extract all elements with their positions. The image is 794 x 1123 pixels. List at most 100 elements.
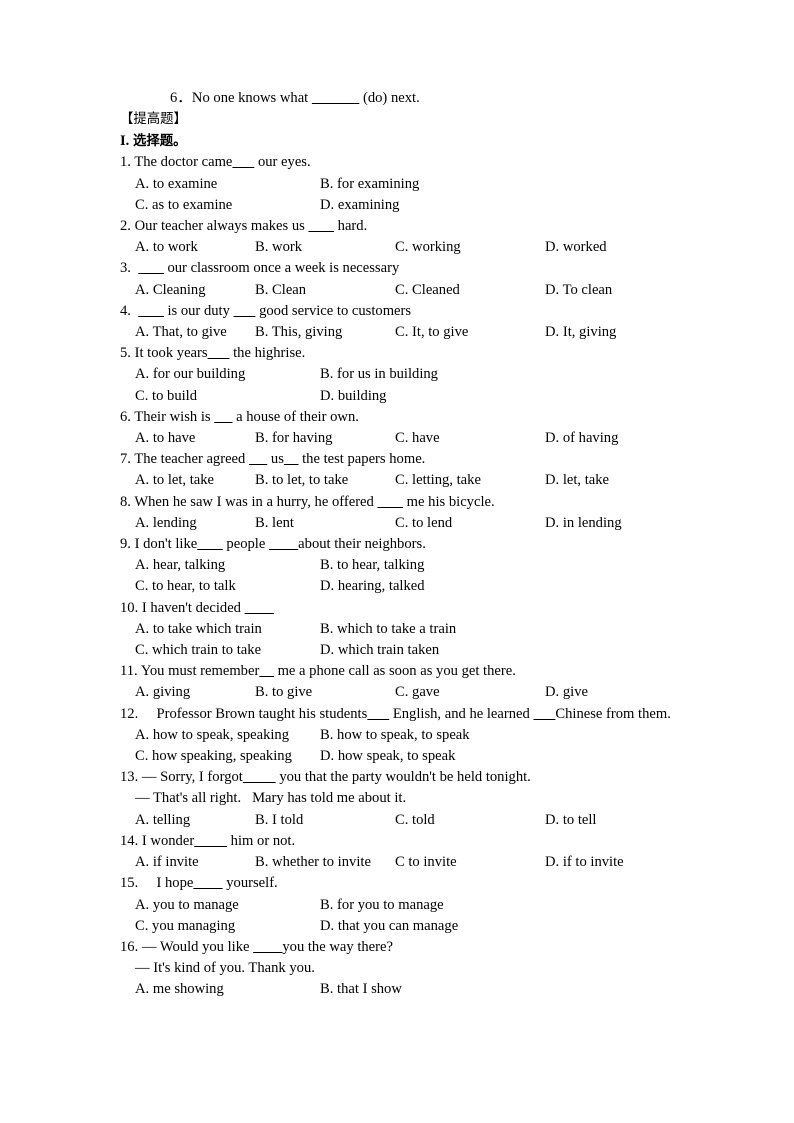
option-c[interactable]: C. you managing [135,916,320,937]
answer-blank[interactable] [214,409,232,425]
option-row: A. you to manage B. for you to manage [120,895,689,916]
option-c[interactable]: C. told [395,810,545,831]
answer-blank[interactable] [259,663,274,679]
option-a[interactable]: A. how to speak, speaking [135,725,320,746]
option-c[interactable]: C. Cleaned [395,280,545,301]
option-d[interactable]: D. let, take [545,470,609,491]
answer-blank[interactable] [308,218,334,234]
option-d[interactable]: D. to tell [545,810,596,831]
answer-blank[interactable] [138,260,164,276]
option-d[interactable]: D. hearing, talked [320,576,425,597]
option-c[interactable]: C. to lend [395,513,545,534]
option-b[interactable]: B. This, giving [255,322,395,343]
option-c[interactable]: C. which train to take [135,640,320,661]
option-c[interactable]: C. working [395,237,545,258]
option-a[interactable]: A. if invite [135,852,255,873]
question-prompt: 16. — Would you like you the way there? [120,937,689,958]
option-b[interactable]: B. to let, to take [255,470,395,491]
option-d[interactable]: D. if to invite [545,852,624,873]
option-b[interactable]: B. work [255,237,395,258]
option-row: A. to work B. work C. working D. worked [120,237,689,258]
question-text: When he saw I was in a hurry, he offered [134,493,378,510]
option-c[interactable]: C. gave [395,682,545,703]
option-d[interactable]: D. It, giving [545,322,616,343]
option-b[interactable]: B. I told [255,810,395,831]
option-d[interactable]: D. building [320,386,386,407]
option-c[interactable]: C. how speaking, speaking [135,746,320,767]
carryover-text-before: No one knows what [191,90,312,106]
answer-blank[interactable] [249,451,267,467]
question-text-tail: the highrise. [229,345,306,362]
option-a[interactable]: A. for our building [135,364,320,385]
option-b[interactable]: B. that I show [320,979,402,1000]
question-number: 3. [120,260,131,277]
answer-blank[interactable] [367,706,389,722]
option-c[interactable]: C. have [395,428,545,449]
option-d[interactable]: D. give [545,682,588,703]
option-d[interactable]: D. how speak, to speak [320,746,455,767]
question-text-tail: me his bicycle. [403,493,495,510]
option-row: A. how to speak, speaking B. how to speak… [120,725,689,746]
option-b[interactable]: B. to hear, talking [320,555,424,576]
option-c[interactable]: C. It, to give [395,322,545,343]
answer-blank[interactable] [194,833,227,849]
option-a[interactable]: A. to have [135,428,255,449]
option-d[interactable]: D. of having [545,428,618,449]
answer-blank[interactable] [269,536,298,552]
option-a[interactable]: A. to work [135,237,255,258]
answer-blank[interactable] [245,600,274,616]
option-a[interactable]: A. hear, talking [135,555,320,576]
answer-blank[interactable] [533,706,555,722]
option-b[interactable]: B. which to take a train [320,619,456,640]
option-d[interactable]: D. worked [545,237,607,258]
question-text: I haven't decided [141,599,245,616]
option-d[interactable]: D. which train taken [320,640,439,661]
option-a[interactable]: A. telling [135,810,255,831]
option-a[interactable]: A. me showing [135,979,320,1000]
answer-blank[interactable] [377,494,403,510]
option-c[interactable]: C. as to examine [135,195,320,216]
dialogue-reply: — It's kind of you. Thank you. [135,960,315,977]
option-b[interactable]: B. for having [255,428,395,449]
option-c[interactable]: C. to build [135,386,320,407]
answer-blank[interactable] [253,939,282,955]
option-b[interactable]: B. Clean [255,280,395,301]
option-a[interactable]: A. to take which train [135,619,320,640]
option-b[interactable]: B. to give [255,682,395,703]
option-b[interactable]: B. for you to manage [320,895,444,916]
option-row: A. me showing B. that I show [120,979,689,1000]
option-b[interactable]: B. for examining [320,174,419,195]
question-list: 1. The doctor came our eyes. A. to examin… [120,152,689,1000]
option-a[interactable]: A. That, to give [135,322,255,343]
option-a[interactable]: A. lending [135,513,255,534]
question-text-tail: about their neighbors. [298,536,426,553]
answer-blank[interactable] [232,154,254,170]
answer-blank[interactable] [138,303,164,319]
option-d[interactable]: D. examining [320,195,399,216]
question-text-tail: hard. [334,218,368,234]
option-a[interactable]: A. you to manage [135,895,320,916]
option-b[interactable]: B. lent [255,513,395,534]
answer-blank[interactable] [284,451,299,467]
answer-blank[interactable] [243,769,276,785]
question-number: 6. [120,408,131,425]
answer-blank[interactable] [208,345,230,361]
option-a[interactable]: A. to examine [135,174,320,195]
answer-blank[interactable] [193,875,222,891]
option-b[interactable]: B. whether to invite [255,852,395,873]
option-c[interactable]: C. to hear, to talk [135,576,320,597]
option-c[interactable]: C. letting, take [395,470,545,491]
option-a[interactable]: A. to let, take [135,470,255,491]
option-d[interactable]: D. To clean [545,280,612,301]
option-a[interactable]: A. giving [135,682,255,703]
option-d[interactable]: D. in lending [545,513,622,534]
option-b[interactable]: B. how to speak, to speak [320,725,470,746]
option-b[interactable]: B. for us in building [320,364,438,385]
option-d[interactable]: D. that you can manage [320,916,458,937]
option-c[interactable]: C to invite [395,852,545,873]
question-number: 16. [120,938,139,955]
answer-blank[interactable] [197,536,223,552]
question-text-tail: good service to customers [255,302,412,319]
option-a[interactable]: A. Cleaning [135,280,255,301]
answer-blank[interactable] [234,303,256,319]
